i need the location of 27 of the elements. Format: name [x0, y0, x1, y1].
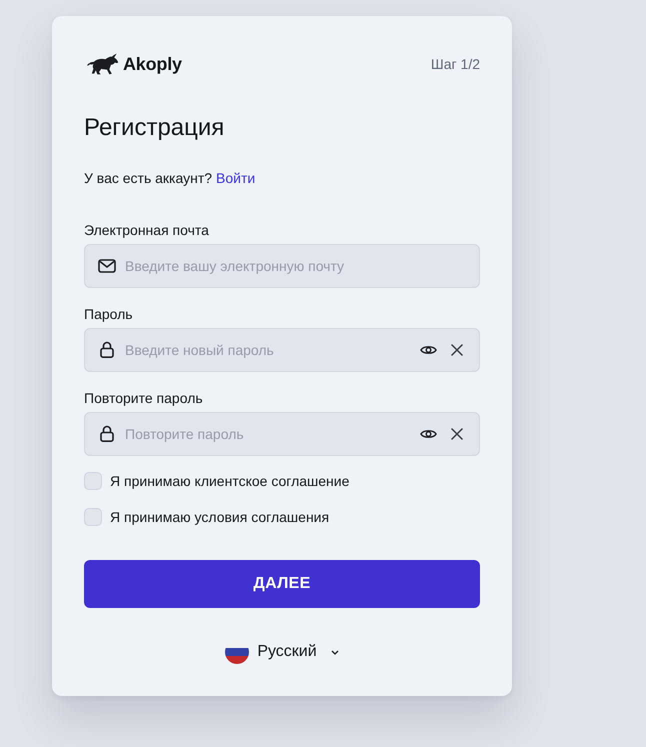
page-title: Регистрация	[84, 113, 224, 143]
login-link[interactable]: Войти	[216, 168, 256, 188]
bull-icon	[87, 52, 119, 76]
checkbox-label: Я принимаю условия соглашения	[110, 508, 330, 527]
checkbox[interactable]	[84, 508, 102, 526]
flag-icon	[225, 640, 250, 664]
chevron-down-icon	[330, 650, 339, 654]
step-counter: Шаг 1/2	[430, 56, 480, 72]
show-password-icon[interactable]	[420, 344, 437, 356]
clear-icon[interactable]	[451, 428, 463, 440]
logo-text: Akoply	[123, 54, 182, 74]
email-field[interactable]: Введите вашу электронную почту	[84, 244, 480, 288]
password-field[interactable]: Повторите пароль	[84, 412, 480, 456]
account-prompt: У вас есть аккаунт?	[84, 169, 212, 188]
lock-icon	[100, 341, 114, 358]
lock-icon	[100, 425, 114, 442]
password-field[interactable]: Введите новый пароль	[84, 328, 480, 372]
clear-icon[interactable]	[451, 344, 463, 356]
field-label: Повторите пароль	[84, 389, 203, 408]
envelope-icon	[98, 259, 116, 273]
field-label: Пароль	[84, 305, 133, 324]
checkbox-label: Я принимаю клиентское соглашение	[110, 472, 350, 491]
checkbox[interactable]	[84, 472, 102, 490]
next-button[interactable]: ДАЛЕЕ	[84, 560, 480, 608]
show-password-icon[interactable]	[420, 428, 437, 440]
field-label: Электронная почта	[84, 221, 209, 240]
language-selector[interactable]: Русский	[225, 640, 339, 664]
